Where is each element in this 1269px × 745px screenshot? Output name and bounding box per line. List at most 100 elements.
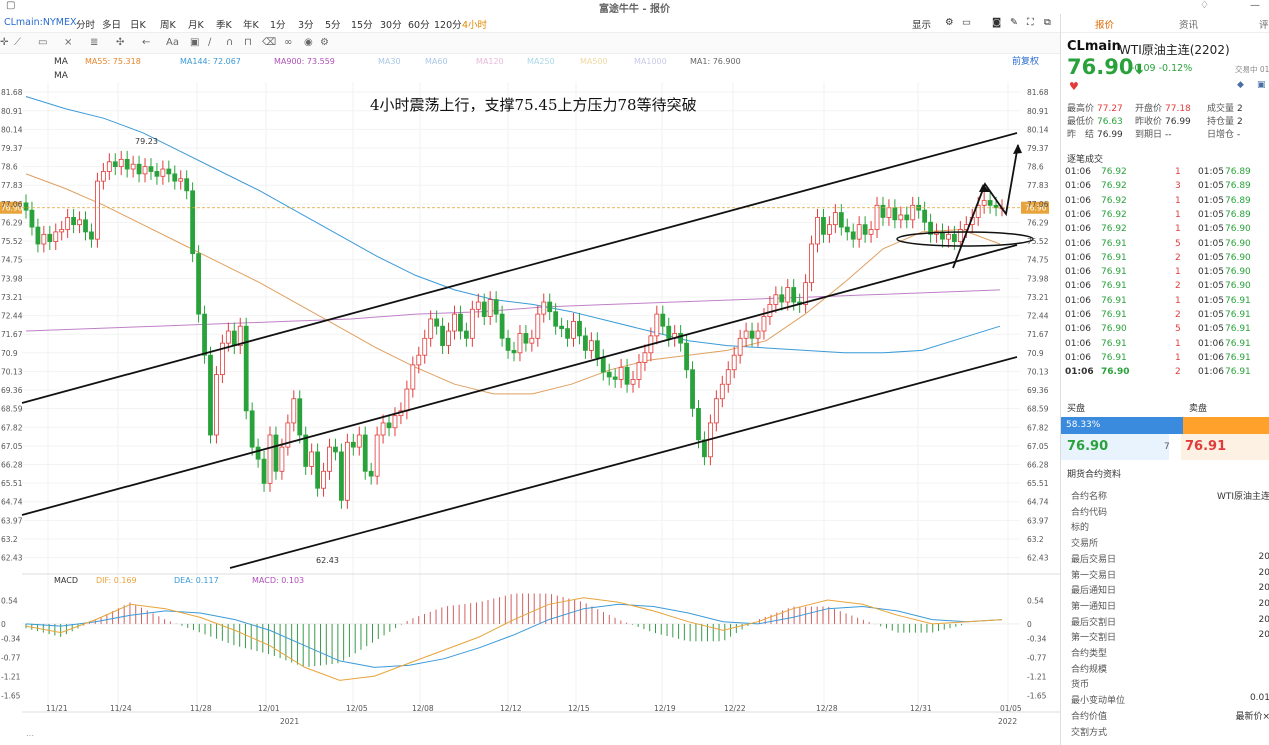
- period-tab[interactable]: 周K: [160, 17, 176, 31]
- popout-icon[interactable]: ⧉: [1044, 17, 1051, 28]
- trade-row[interactable]: 01:06 76.92 1 01:05 76.89: [1061, 167, 1269, 181]
- price-chart[interactable]: MA55: 75.318 MA144: 72.067 MA900: 73.559 MA…: [0, 54, 1060, 745]
- scroll-handle-icon[interactable]: ⋯: [26, 731, 34, 740]
- period-tab[interactable]: 多日: [102, 17, 121, 31]
- arrow-tool-icon[interactable]: ←: [142, 37, 150, 48]
- restore-label[interactable]: 前复权: [1012, 55, 1039, 67]
- candle-body: [315, 451, 321, 489]
- layout-icon[interactable]: ▭: [962, 17, 971, 28]
- trade-row[interactable]: 01:06 76.91 2 01:05 76.90: [1061, 253, 1269, 267]
- trade-row[interactable]: 01:06 76.92 3 01:05 76.89: [1061, 181, 1269, 195]
- fullscreen-icon[interactable]: ⛶: [1027, 17, 1034, 28]
- trade-cell: 2: [1175, 252, 1181, 263]
- trade-row[interactable]: 01:06 76.91 1 01:05 76.90: [1061, 267, 1269, 281]
- minimize-icon[interactable]: —: [1250, 0, 1260, 11]
- forecast-arrow-head: [1013, 144, 1022, 154]
- trade-row[interactable]: 01:06 76.90 2 01:06 76.91: [1061, 367, 1269, 381]
- line-tool-icon[interactable]: ⟋: [14, 37, 21, 48]
- trade-row[interactable]: 01:06 76.91 5 01:05 76.90: [1061, 239, 1269, 253]
- period-tab[interactable]: 30分: [380, 17, 402, 31]
- share-icon[interactable]: ▣: [1257, 80, 1266, 90]
- camera-icon[interactable]: ◙: [992, 17, 1001, 28]
- pen-tool-icon[interactable]: ∕: [208, 37, 211, 48]
- display-menu[interactable]: 显示: [912, 17, 931, 31]
- tab-quote[interactable]: 报价: [1095, 17, 1114, 31]
- price-tick-right: 68.59: [1027, 405, 1049, 414]
- trade-cell: 76.89: [1225, 195, 1251, 206]
- draw-icon[interactable]: ✎: [1010, 17, 1018, 28]
- settings-icon[interactable]: ⚙: [945, 17, 954, 28]
- crosshair-icon[interactable]: ✛: [0, 37, 8, 48]
- period-tab[interactable]: 3分: [298, 17, 314, 31]
- period-tab[interactable]: 60分: [408, 17, 430, 31]
- trade-row[interactable]: 01:06 76.91 1 01:06 76.91: [1061, 339, 1269, 353]
- macd-tick-right: -0.77: [1027, 653, 1047, 662]
- fib-tool-icon[interactable]: ⨯: [64, 37, 72, 48]
- trade-row[interactable]: 01:06 76.90 5 01:05 76.91: [1061, 324, 1269, 338]
- link-icon[interactable]: ∞: [284, 37, 292, 48]
- drawing-toolbar: ✛ ⟋ ▭ ⨯ ≣ ✣ ← Aa ▣ ∕ ∩ ⊓ ⌫ ∞ ◉ ⚙: [0, 33, 1060, 54]
- tab-review[interactable]: 评: [1259, 17, 1269, 31]
- eye-icon[interactable]: ◉: [304, 37, 313, 48]
- ma900-path: [25, 289, 1001, 332]
- favorite-icon[interactable]: ♥: [1069, 80, 1079, 93]
- macd-panel: MACD DIF: 0.169 DEA: 0.117 MACD: 0.103 0.54 0…: [1, 576, 1047, 701]
- ma-legend-item: MA1: 76.900: [690, 57, 741, 66]
- year-label: 2022: [998, 717, 1017, 726]
- magnet-icon[interactable]: ∩: [226, 37, 233, 48]
- alert-icon[interactable]: ◆: [1237, 80, 1244, 90]
- trade-row[interactable]: 01:06 76.92 1 01:05 76.89: [1061, 210, 1269, 224]
- image-tool-icon[interactable]: ▣: [190, 37, 199, 48]
- candle-body: [184, 178, 190, 192]
- period-tab[interactable]: 4小时: [462, 17, 487, 31]
- contract-key: 合约名称: [1071, 492, 1108, 502]
- trade-cell: 76.89: [1225, 181, 1251, 192]
- period-tab[interactable]: 月K: [188, 17, 204, 31]
- trade-cell: 76.91: [1225, 338, 1251, 349]
- trade-row[interactable]: 01:06 76.91 1 01:05 76.91: [1061, 296, 1269, 310]
- contract-value: 0.01: [1249, 693, 1269, 704]
- trade-row[interactable]: 01:06 76.91 1 01:06 76.91: [1061, 353, 1269, 367]
- channel-tool-icon[interactable]: ≣: [90, 37, 98, 48]
- tab-news[interactable]: 资讯: [1179, 17, 1198, 31]
- trade-cell: 01:06: [1065, 209, 1091, 220]
- period-tab[interactable]: 1分: [270, 17, 286, 31]
- lock-icon[interactable]: ⊓: [244, 37, 252, 48]
- candle-body: [309, 451, 315, 467]
- candle-body: [458, 313, 463, 332]
- candle-body: [469, 308, 475, 339]
- candle-body: [737, 337, 743, 356]
- period-tab[interactable]: 季K: [216, 17, 232, 31]
- period-tab[interactable]: 年K: [243, 17, 259, 31]
- trade-cell: 1: [1175, 352, 1181, 363]
- app-menu-icon[interactable]: ▢: [6, 0, 15, 11]
- candle-body: [624, 366, 630, 385]
- quote-stat-value: -: [1237, 130, 1241, 140]
- candlesticks: [23, 150, 1005, 509]
- rect-tool-icon[interactable]: ▭: [38, 37, 47, 48]
- trade-row[interactable]: 01:06 76.91 2 01:05 76.91: [1061, 310, 1269, 324]
- candle-body: [255, 446, 261, 460]
- window-title: 富途牛牛 - 报价: [598, 4, 671, 15]
- trade-row[interactable]: 01:06 76.92 1 01:05 76.90: [1061, 224, 1269, 238]
- contract-key: 第一通知日: [1071, 601, 1117, 612]
- price-tick-right: 80.14: [1027, 125, 1049, 134]
- period-tab[interactable]: 5分: [325, 17, 341, 31]
- trade-row[interactable]: 01:06 76.91 2 01:05 76.90: [1061, 281, 1269, 295]
- measure-tool-icon[interactable]: ✣: [116, 37, 124, 48]
- contract-row: 最后通知日 20: [1061, 583, 1269, 598]
- bell-icon[interactable]: ♢: [1200, 0, 1209, 11]
- gear-icon[interactable]: ⚙: [320, 37, 329, 48]
- period-tab[interactable]: 120分: [434, 17, 462, 31]
- period-tab[interactable]: 分时: [76, 17, 95, 31]
- trade-cell: 76.90: [1101, 324, 1127, 335]
- year-label: 2021: [280, 717, 299, 726]
- sub-indicator-label[interactable]: MA: [54, 71, 69, 81]
- period-tab[interactable]: 日K: [130, 17, 146, 31]
- main-indicator-label[interactable]: MA: [54, 57, 69, 67]
- symbol-label[interactable]: CLmain:NYMEX: [4, 17, 76, 28]
- period-tab[interactable]: 15分: [351, 17, 373, 31]
- trade-row[interactable]: 01:06 76.92 1 01:05 76.89: [1061, 196, 1269, 210]
- trash-icon[interactable]: ⌫: [262, 37, 276, 48]
- text-tool-icon[interactable]: Aa: [166, 37, 179, 48]
